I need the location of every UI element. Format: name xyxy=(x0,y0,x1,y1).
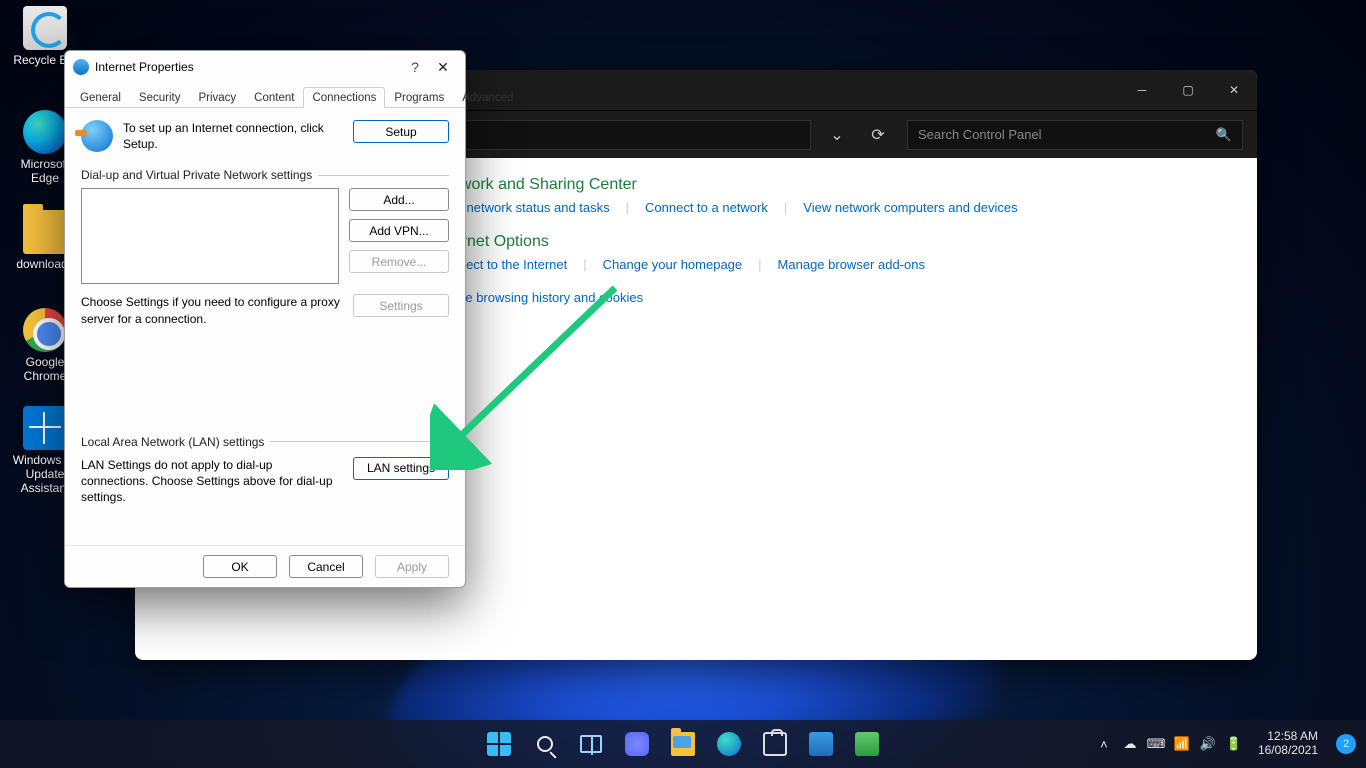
search-input[interactable]: Search Control Panel 🔍 xyxy=(907,120,1243,150)
start-icon xyxy=(487,732,511,756)
store-button[interactable] xyxy=(755,724,795,764)
section2-links-row2: Delete browsing history and cookies xyxy=(435,290,1233,305)
internet-properties-dialog: Internet Properties ? ✕ General Security… xyxy=(64,50,466,588)
dialog-body: To set up an Internet connection, click … xyxy=(65,108,465,545)
notification-badge[interactable]: 2 xyxy=(1336,734,1356,754)
apply-button: Apply xyxy=(375,555,449,578)
battery-icon[interactable]: 🔋 xyxy=(1226,736,1242,752)
search-icon xyxy=(537,736,553,752)
file-explorer-icon xyxy=(671,732,695,756)
dialog-tabs: General Security Privacy Content Connect… xyxy=(65,83,465,108)
task-view-button[interactable] xyxy=(571,724,611,764)
system-tray: ˄ ☁ ⌨ 📶 🔊 🔋 12:58 AM 16/08/2021 2 xyxy=(1096,730,1356,758)
maximize-button[interactable]: ▢ xyxy=(1165,70,1211,110)
refresh-icon[interactable]: ⟳ xyxy=(863,120,893,150)
control-panel-icon xyxy=(809,732,833,756)
task-view-icon xyxy=(580,735,602,753)
taskbar-center xyxy=(479,724,887,764)
search-placeholder: Search Control Panel xyxy=(918,127,1042,142)
link-view-computers[interactable]: View network computers and devices xyxy=(803,200,1017,215)
tab-general[interactable]: General xyxy=(71,87,130,108)
settings-text: Choose Settings if you need to configure… xyxy=(81,294,343,326)
clock-date: 16/08/2021 xyxy=(1258,744,1318,758)
setup-button[interactable]: Setup xyxy=(353,120,449,143)
ok-button[interactable]: OK xyxy=(203,555,277,578)
help-button[interactable]: ? xyxy=(401,59,429,75)
control-panel-taskbar-button[interactable] xyxy=(801,724,841,764)
taskbar-search-button[interactable] xyxy=(525,724,565,764)
dialog-close-button[interactable]: ✕ xyxy=(429,59,457,76)
dialup-group-label: Dial-up and Virtual Private Network sett… xyxy=(81,168,449,182)
setup-text: To set up an Internet connection, click … xyxy=(123,120,343,152)
dialog-titlebar[interactable]: Internet Properties ? ✕ xyxy=(65,51,465,83)
internet-options-icon xyxy=(855,732,879,756)
store-icon xyxy=(763,732,787,756)
start-button[interactable] xyxy=(479,724,519,764)
clock-time: 12:58 AM xyxy=(1258,730,1318,744)
section2-links: Connect to the Internet| Change your hom… xyxy=(435,257,1233,272)
keyboard-icon[interactable]: ⌨ xyxy=(1148,736,1164,752)
tab-privacy[interactable]: Privacy xyxy=(189,87,245,108)
section1-links: View network status and tasks| Connect t… xyxy=(435,200,1233,215)
file-explorer-button[interactable] xyxy=(663,724,703,764)
section-title-network[interactable]: Network and Sharing Center xyxy=(435,176,1233,194)
tray-overflow-icon[interactable]: ˄ xyxy=(1096,736,1112,752)
taskbar: ˄ ☁ ⌨ 📶 🔊 🔋 12:58 AM 16/08/2021 2 xyxy=(0,720,1366,768)
tab-programs[interactable]: Programs xyxy=(385,87,453,108)
chat-icon xyxy=(625,732,649,756)
section-title-internet-options[interactable]: Internet Options xyxy=(435,233,1233,251)
search-icon: 🔍 xyxy=(1216,127,1232,143)
dialog-footer: OK Cancel Apply xyxy=(65,545,465,587)
tab-security[interactable]: Security xyxy=(130,87,190,108)
taskbar-clock[interactable]: 12:58 AM 16/08/2021 xyxy=(1258,730,1318,758)
tab-content[interactable]: Content xyxy=(245,87,303,108)
edge-icon xyxy=(23,110,67,154)
edge-icon xyxy=(717,732,741,756)
add-vpn-button[interactable]: Add VPN... xyxy=(349,219,449,242)
dialog-title: Internet Properties xyxy=(95,60,194,74)
address-dropdown-icon[interactable]: ⌄ xyxy=(825,120,849,150)
lan-text: LAN Settings do not apply to dial-up con… xyxy=(81,457,343,506)
dialup-listbox[interactable] xyxy=(81,188,339,284)
internet-options-taskbar-button[interactable] xyxy=(847,724,887,764)
link-delete-history[interactable]: Delete browsing history and cookies xyxy=(435,290,643,305)
edge-taskbar-button[interactable] xyxy=(709,724,749,764)
settings-button: Settings xyxy=(353,294,449,317)
recycle-bin-icon xyxy=(23,6,67,50)
globe-icon xyxy=(81,120,113,152)
chrome-icon xyxy=(23,308,67,352)
lan-group-label: Local Area Network (LAN) settings xyxy=(81,435,449,449)
onedrive-icon[interactable]: ☁ xyxy=(1122,736,1138,752)
link-manage-addons[interactable]: Manage browser add-ons xyxy=(778,257,925,272)
close-button[interactable]: ✕ xyxy=(1211,70,1257,110)
volume-icon[interactable]: 🔊 xyxy=(1200,736,1216,752)
tab-advanced[interactable]: Advanced xyxy=(453,87,522,108)
add-button[interactable]: Add... xyxy=(349,188,449,211)
chat-button[interactable] xyxy=(617,724,657,764)
minimize-button[interactable]: ─ xyxy=(1119,70,1165,110)
wifi-icon[interactable]: 📶 xyxy=(1174,736,1190,752)
link-change-homepage[interactable]: Change your homepage xyxy=(603,257,743,272)
link-connect-network[interactable]: Connect to a network xyxy=(645,200,768,215)
windows-update-icon xyxy=(23,406,67,450)
remove-button: Remove... xyxy=(349,250,449,273)
cancel-button[interactable]: Cancel xyxy=(289,555,363,578)
tab-connections[interactable]: Connections xyxy=(303,87,385,108)
internet-options-icon xyxy=(73,59,89,75)
folder-icon xyxy=(23,210,67,254)
lan-settings-button[interactable]: LAN settings xyxy=(353,457,449,480)
